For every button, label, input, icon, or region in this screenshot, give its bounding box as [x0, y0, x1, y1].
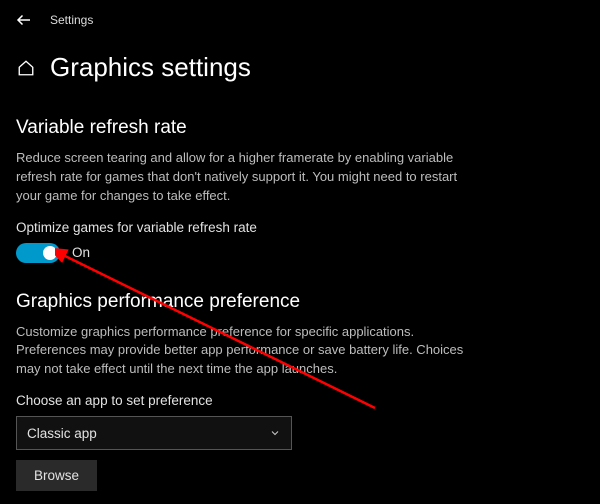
gpp-section-title: Graphics performance preference [16, 291, 584, 313]
toggle-knob-icon [43, 246, 57, 260]
chevron-down-icon [269, 427, 281, 439]
choose-app-label: Choose an app to set preference [16, 393, 584, 408]
app-type-dropdown[interactable]: Classic app [16, 416, 292, 450]
vrr-section-description: Reduce screen tearing and allow for a hi… [16, 149, 486, 206]
vrr-section-title: Variable refresh rate [16, 117, 584, 139]
page-title: Graphics settings [50, 52, 251, 83]
arrow-left-icon [15, 11, 33, 29]
vrr-option-label: Optimize games for variable refresh rate [16, 220, 584, 235]
vrr-toggle-state: On [72, 245, 90, 260]
gpp-section-description: Customize graphics performance preferenc… [16, 323, 486, 380]
browse-button[interactable]: Browse [16, 460, 97, 491]
back-button[interactable] [14, 10, 34, 30]
app-title: Settings [50, 13, 93, 27]
home-icon[interactable] [16, 58, 36, 78]
dropdown-selected-value: Classic app [27, 426, 97, 441]
vrr-toggle[interactable] [16, 243, 60, 263]
